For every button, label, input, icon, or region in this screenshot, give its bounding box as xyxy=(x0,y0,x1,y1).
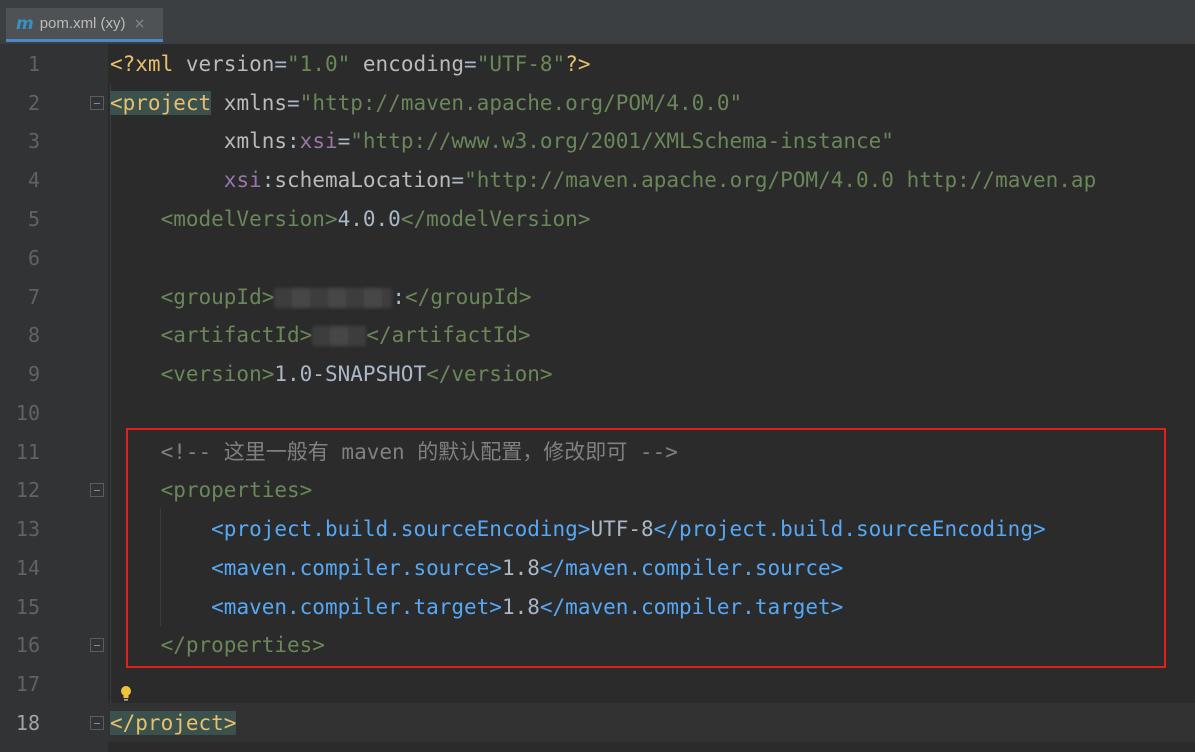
fold-marker-icon[interactable] xyxy=(90,483,104,497)
fold-marker-icon[interactable] xyxy=(90,638,104,652)
line-number: 6 xyxy=(27,246,40,270)
redacted-text xyxy=(312,326,367,346)
line-number: 9 xyxy=(27,362,40,386)
code-line-3: xmlns:xsi="http://www.w3.org/2001/XMLSch… xyxy=(223,129,894,153)
code-line-9: <version>1.0-SNAPSHOT</version> xyxy=(160,362,553,386)
line-number: 12 xyxy=(15,478,40,502)
code-line-12: <properties> xyxy=(160,478,313,502)
line-number: 2 xyxy=(27,91,40,115)
code-line-4: xsi:schemaLocation="http://maven.apache.… xyxy=(223,168,1097,192)
code-line-8: <artifactId> </artifactId> xyxy=(160,323,531,347)
line-number: 1 xyxy=(27,52,40,76)
redacted-text xyxy=(274,288,393,308)
line-number: 8 xyxy=(27,323,40,347)
lightbulb-icon[interactable] xyxy=(118,684,134,702)
line-number: 5 xyxy=(27,207,40,231)
current-line-highlight xyxy=(108,703,1195,742)
line-number: 13 xyxy=(15,517,40,541)
line-number: 11 xyxy=(15,440,40,464)
code-line-11: <!-- 这里一般有 maven 的默认配置，修改即可 --> xyxy=(160,440,678,464)
line-number: 3 xyxy=(27,129,40,153)
code-line-2: <project xmlns="http://maven.apache.org/… xyxy=(110,91,743,115)
code-line-7: <groupId>:</groupId> xyxy=(160,285,532,309)
line-number: 7 xyxy=(27,285,40,309)
line-number: 17 xyxy=(15,672,40,696)
fold-marker-icon[interactable] xyxy=(90,96,104,110)
close-icon[interactable]: × xyxy=(134,16,146,32)
code-line-5: <modelVersion>4.0.0</modelVersion> xyxy=(160,207,591,231)
code-line-18: </project> xyxy=(110,711,237,735)
line-number: 16 xyxy=(15,633,40,657)
line-number: 10 xyxy=(15,401,40,425)
code-line-13: <project.build.sourceEncoding>UTF-8</pro… xyxy=(211,517,1046,541)
fold-marker-icon[interactable] xyxy=(90,716,104,730)
line-number: 14 xyxy=(15,556,40,580)
code-line-16: </properties> xyxy=(160,633,325,657)
code-line-15: <maven.compiler.target>1.8</maven.compil… xyxy=(211,595,844,619)
line-number: 4 xyxy=(27,168,40,192)
tab-pom-xml[interactable]: m pom.xml (xy) × xyxy=(6,8,163,42)
line-number: 15 xyxy=(15,595,40,619)
editor-tab-bar: m pom.xml (xy) × xyxy=(0,0,1195,45)
line-number-current: 18 xyxy=(15,711,40,735)
code-line-1: <?xml version="1.0" encoding="UTF-8"?> xyxy=(110,52,591,76)
maven-file-icon: m xyxy=(16,13,34,34)
code-line-14: <maven.compiler.source>1.8</maven.compil… xyxy=(211,556,844,580)
tab-label: pom.xml (xy) xyxy=(39,15,126,32)
